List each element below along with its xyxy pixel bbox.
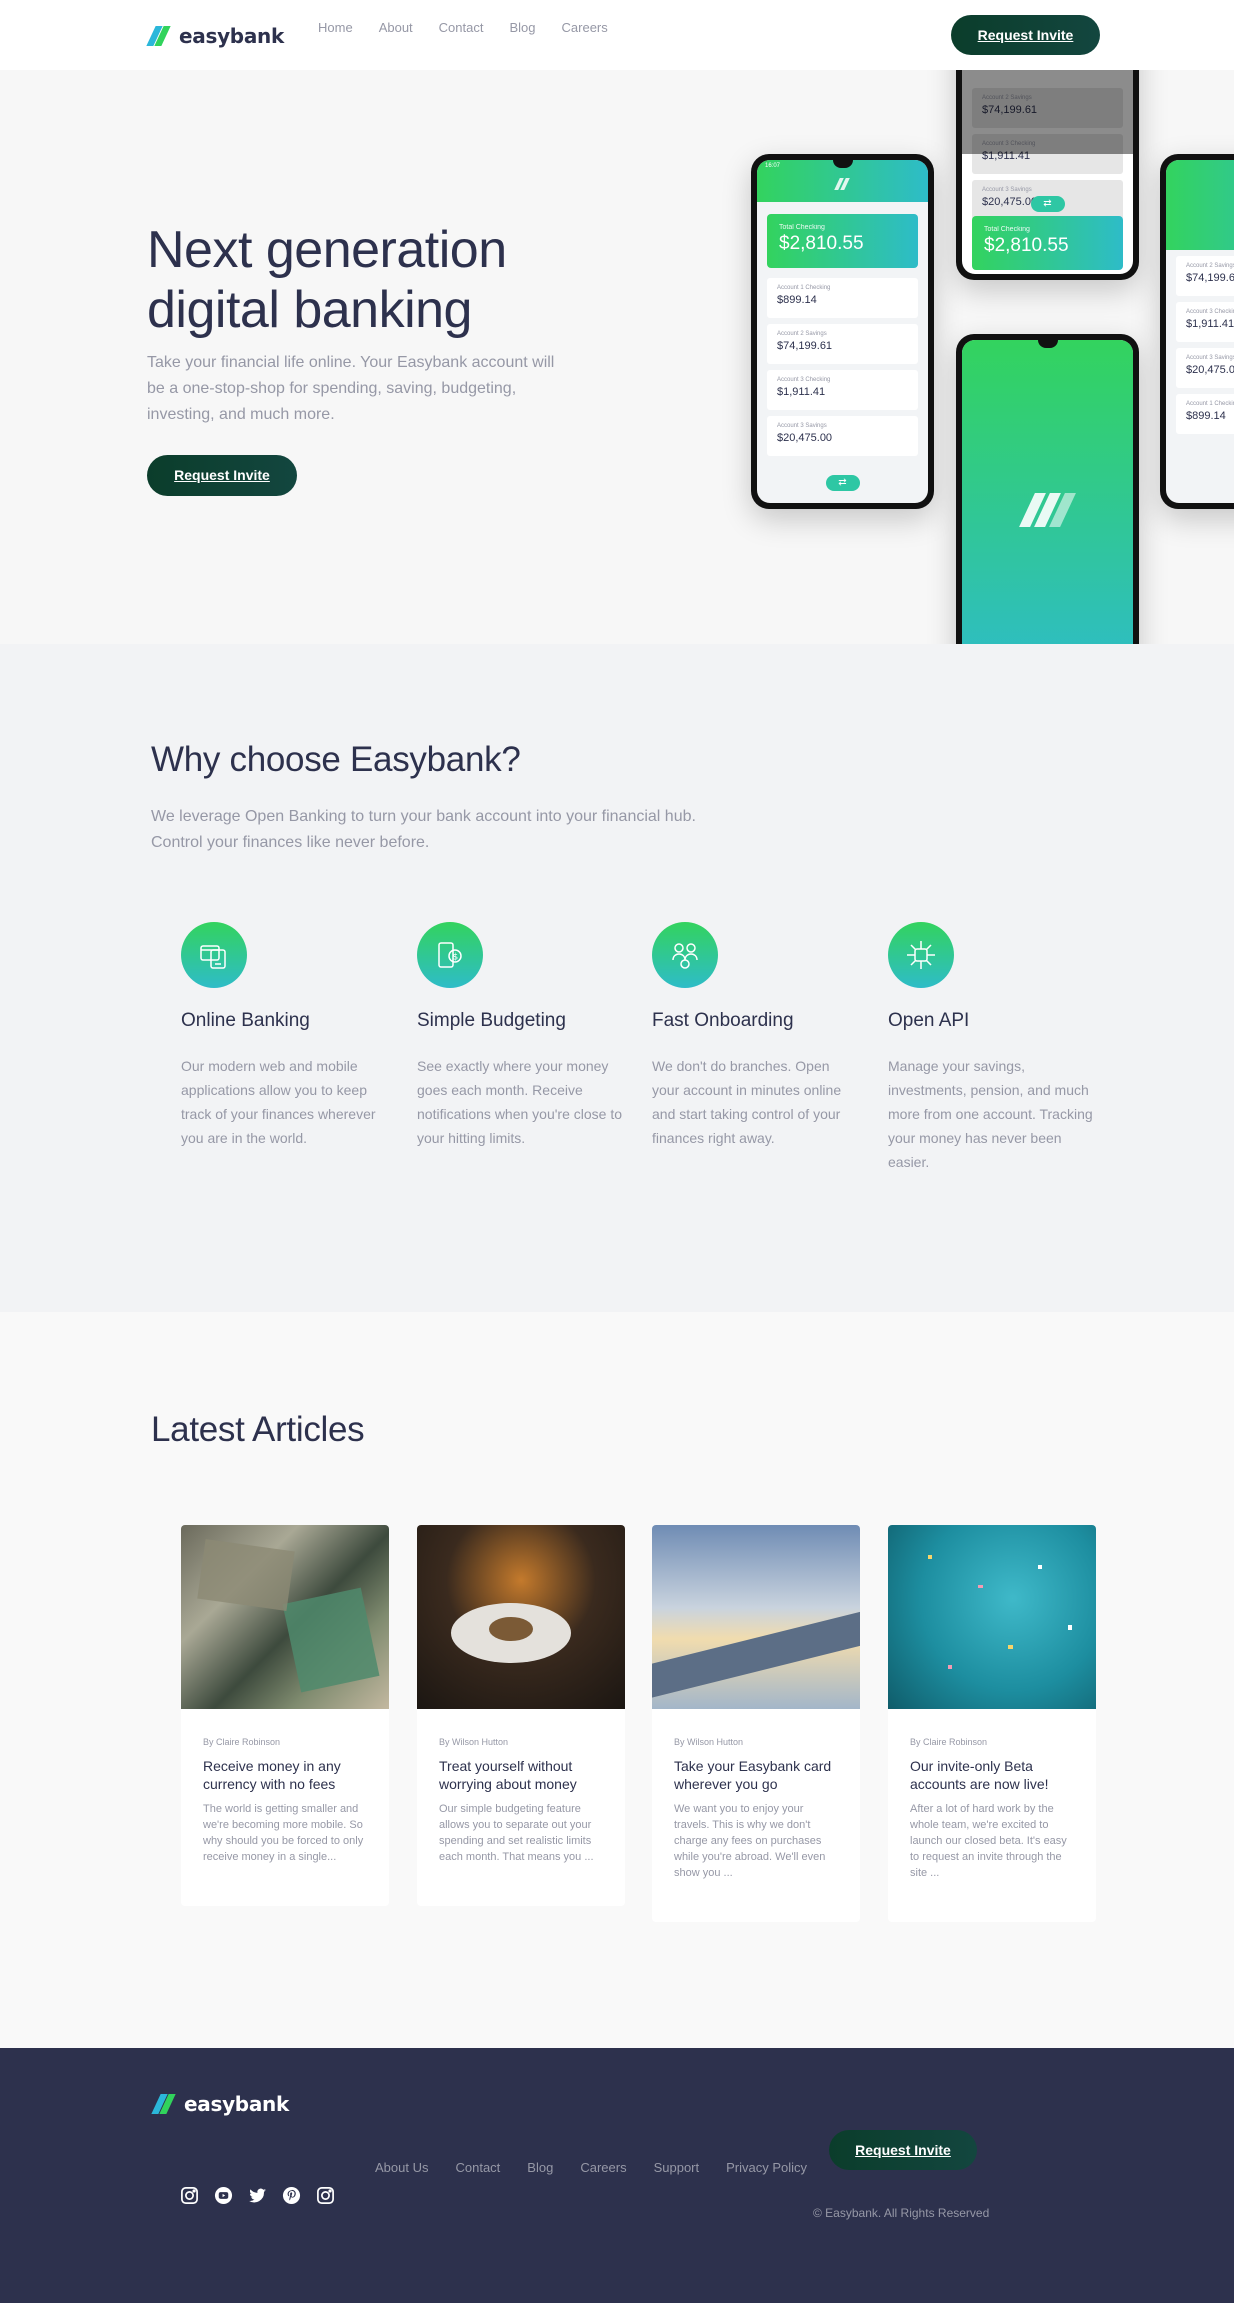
transfer-icon: ⇄ <box>825 475 860 491</box>
account-row: Account 2 Savings $74,199.61 <box>767 324 918 364</box>
onboarding-icon <box>652 922 718 988</box>
feature-online-banking: Online Banking Our modern web and mobile… <box>181 922 386 1150</box>
feature-open-api: Open API Manage your savings, investment… <box>888 922 1093 1174</box>
footer-link-about[interactable]: About Us <box>375 2160 428 2175</box>
logo[interactable]: easybank <box>146 24 284 48</box>
article-card[interactable]: By Claire Robinson Our invite-only Beta … <box>888 1525 1096 1922</box>
logo-wordmark: easybank <box>179 24 284 48</box>
logo-wordmark: easybank <box>184 2092 289 2116</box>
nav-blog[interactable]: Blog <box>509 20 535 35</box>
article-card[interactable]: By Wilson Hutton Treat yourself without … <box>417 1525 625 1906</box>
article-card[interactable]: By Claire Robinson Receive money in any … <box>181 1525 389 1906</box>
feature-simple-budgeting: $ Simple Budgeting See exactly where you… <box>417 922 622 1150</box>
feature-title: Online Banking <box>181 1010 310 1031</box>
feature-text: We don't do branches. Open your account … <box>652 1058 842 1146</box>
article-card[interactable]: By Wilson Hutton Take your Easybank card… <box>652 1525 860 1922</box>
status-time: 16:07 <box>765 163 781 169</box>
feature-fast-onboarding: Fast Onboarding We don't do branches. Op… <box>652 922 857 1150</box>
footer-link-support[interactable]: Support <box>654 2160 700 2175</box>
article-excerpt: Our simple budgeting feature allows you … <box>439 1803 594 1863</box>
account-row: Account 3 Savings $20,475.00 <box>767 416 918 456</box>
nav-about[interactable]: About <box>379 20 413 35</box>
phone-mockup-splash <box>956 334 1139 644</box>
article-excerpt: We want you to enjoy your travels. This … <box>674 1803 826 1879</box>
feature-title: Open API <box>888 1010 970 1031</box>
footer-link-blog[interactable]: Blog <box>527 2160 553 2175</box>
hero-description: Take your financial life online. Your Ea… <box>147 354 555 423</box>
transfer-icon: ⇄ <box>1030 196 1065 212</box>
hero-title: Next generation digital banking <box>147 221 507 339</box>
twitter-icon[interactable] <box>248 2186 267 2205</box>
instagram-icon[interactable] <box>180 2186 199 2205</box>
footer-link-privacy[interactable]: Privacy Policy <box>726 2160 807 2175</box>
article-author: By Wilson Hutton <box>674 1737 744 1747</box>
feature-title: Fast Onboarding <box>652 1010 794 1031</box>
site-header: easybank Home About Contact Blog Careers… <box>0 0 1234 70</box>
feature-title: Simple Budgeting <box>417 1010 566 1031</box>
header-request-invite-button[interactable]: Request Invite <box>951 15 1100 55</box>
feature-text: See exactly where your money goes each m… <box>417 1058 623 1146</box>
article-image-restaurant <box>417 1525 625 1709</box>
article-excerpt: The world is getting smaller and we're b… <box>203 1803 364 1863</box>
copyright-text: © Easybank. All Rights Reserved <box>813 2206 990 2220</box>
online-banking-icon <box>181 922 247 988</box>
article-title[interactable]: Treat yourself without worrying about mo… <box>439 1757 603 1793</box>
article-title[interactable]: Take your Easybank card wherever you go <box>674 1757 838 1793</box>
total-balance-card: Total Checking $2,810.55 <box>972 216 1123 270</box>
app-logo-icon <box>1018 493 1076 527</box>
nav-careers[interactable]: Careers <box>562 20 608 35</box>
main-nav: Home About Contact Blog Careers <box>318 20 608 35</box>
why-section: Why choose Easybank? We leverage Open Ba… <box>0 644 1234 1312</box>
footer-logo[interactable]: easybank <box>151 2092 289 2116</box>
social-links <box>180 2186 335 2205</box>
api-icon <box>888 922 954 988</box>
phone-mockup-dashboard: 16:07 Total Checking $2,810.55 Account 1… <box>751 154 934 509</box>
articles-section: Latest Articles By Claire Robinson Recei… <box>0 1312 1234 2048</box>
footer-link-careers[interactable]: Careers <box>580 2160 626 2175</box>
hero-request-invite-button[interactable]: Request Invite <box>147 455 297 496</box>
feature-text: Our modern web and mobile applications a… <box>181 1058 376 1146</box>
article-title[interactable]: Receive money in any currency with no fe… <box>203 1757 367 1793</box>
account-row: Account 1 Checking $899.14 <box>767 278 918 318</box>
article-author: By Claire Robinson <box>910 1737 988 1747</box>
footer-link-contact[interactable]: Contact <box>455 2160 500 2175</box>
article-title[interactable]: Our invite-only Beta accounts are now li… <box>910 1757 1074 1793</box>
total-balance-card: Total Checking $2,810.55 <box>767 214 918 268</box>
footer-request-invite-button[interactable]: Request Invite <box>829 2130 977 2170</box>
phone-mockup-overlay: Account 2 Savings $74,199.61 Account 3 Ch… <box>956 70 1139 280</box>
phone-mockup-partial: Account 1 Checking$899.14 Account 2 Savi… <box>1160 154 1234 509</box>
article-excerpt: After a lot of hard work by the whole te… <box>910 1803 1067 1879</box>
footer-nav: About Us Contact Blog Careers Support Pr… <box>375 2160 807 2175</box>
youtube-icon[interactable] <box>214 2186 233 2205</box>
articles-title: Latest Articles <box>151 1410 365 1449</box>
hero-section: Next generation digital banking Take you… <box>0 70 1234 644</box>
budgeting-icon: $ <box>417 922 483 988</box>
nav-contact[interactable]: Contact <box>439 20 484 35</box>
article-author: By Wilson Hutton <box>439 1737 509 1747</box>
site-footer: easybank About Us Contact Blog Careers S… <box>0 2048 1234 2303</box>
feature-text: Manage your savings, investments, pensio… <box>888 1058 1093 1170</box>
nav-home[interactable]: Home <box>318 20 353 35</box>
pinterest-icon[interactable] <box>282 2186 301 2205</box>
article-author: By Claire Robinson <box>203 1737 281 1747</box>
why-description: We leverage Open Banking to turn your ba… <box>151 808 696 851</box>
article-image-confetti <box>888 1525 1096 1709</box>
app-logo-icon <box>833 178 851 190</box>
why-title: Why choose Easybank? <box>151 740 521 779</box>
logo-mark-icon <box>146 26 173 46</box>
account-row: Account 3 Checking $1,911.41 <box>767 370 918 410</box>
instagram-icon[interactable] <box>316 2186 335 2205</box>
article-image-plane <box>652 1525 860 1709</box>
logo-mark-icon <box>151 2094 178 2114</box>
svg-text:$: $ <box>453 953 459 963</box>
article-image-currency <box>181 1525 389 1709</box>
